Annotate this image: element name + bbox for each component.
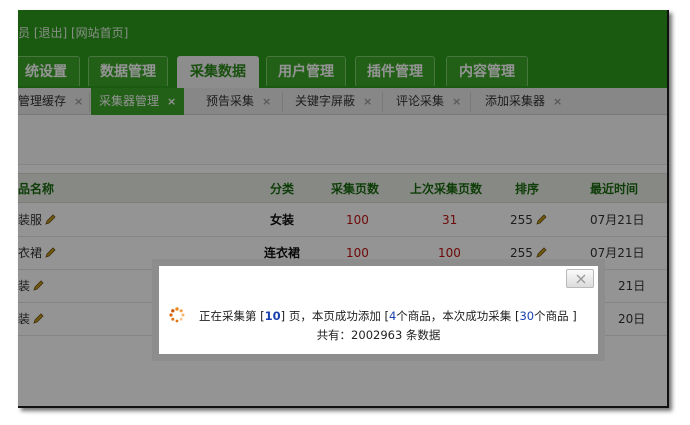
- close-button[interactable]: [566, 269, 594, 288]
- progress-dialog: 正在采集第 [10] 页，本页成功添加 [4个商品，本次成功采集 [30个商品 …: [152, 259, 605, 361]
- loading-spinner-icon: [169, 307, 185, 323]
- close-icon: [576, 274, 586, 284]
- dialog-header: [159, 266, 598, 292]
- msg-prefix: 正在采集第 [: [199, 309, 265, 323]
- msg-suffix: 个商品 ]: [534, 309, 577, 323]
- progress-message: 正在采集第 [10] 页，本页成功添加 [4个商品，本次成功采集 [30个商品 …: [199, 308, 577, 324]
- msg-mid1: ] 页，本页成功添加 [: [280, 309, 389, 323]
- msg-mid2: 个商品，本次成功采集 [: [396, 309, 520, 323]
- dialog-body: 正在采集第 [10] 页，本页成功添加 [4个商品，本次成功采集 [30个商品 …: [159, 299, 598, 349]
- total-collected: 30: [519, 309, 535, 323]
- page-number: 10: [264, 309, 281, 323]
- total-records: 共有：2002963 条数据: [316, 328, 441, 342]
- dialog-panel: 正在采集第 [10] 页，本页成功添加 [4个商品，本次成功采集 [30个商品 …: [159, 266, 598, 354]
